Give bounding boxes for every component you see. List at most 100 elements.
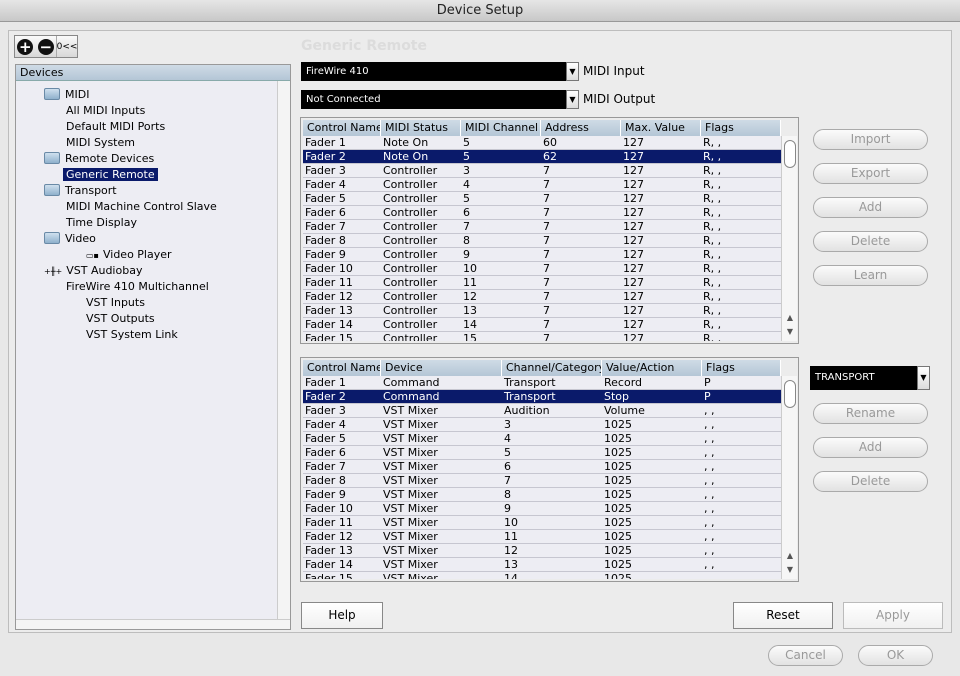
column-header[interactable]: MIDI Status [381,120,461,136]
table-row[interactable]: Fader 4 Controller 4 7 127 R, , [303,178,781,192]
table-row[interactable]: Fader 1 Note On 5 60 127 R, , [303,136,781,150]
column-header[interactable]: Channel/Category [502,360,602,376]
column-header[interactable]: Address [541,120,621,136]
chevron-down-icon[interactable]: ▼ [566,62,579,81]
tree-item[interactable]: +╫+ VST Audiobay [44,263,142,279]
apply-button[interactable]: Apply [843,602,943,629]
table-row[interactable]: Fader 7 Controller 7 7 127 R, , [303,220,781,234]
reset-device-button[interactable]: 0<< [56,36,77,57]
table-cell: Fader 1 [305,136,346,149]
column-header[interactable]: Max. Value [621,120,701,136]
column-header[interactable]: Flags [701,120,781,136]
table-row[interactable]: Fader 15 Controller 15 7 127 R, , [303,332,781,341]
table-row[interactable]: Fader 10 VST Mixer 9 1025 , , [303,502,781,516]
tree-item[interactable]: MIDI Machine Control Slave [66,199,217,215]
table-cell: 7 [543,206,550,219]
tree-item[interactable]: VST Outputs [86,311,155,327]
table-vertical-scrollbar[interactable]: ▲ ▼ [781,376,797,579]
tree-vertical-scrollbar[interactable] [277,81,290,619]
tree-item[interactable]: Remote Devices [44,151,154,167]
table-cell: R, , [703,290,722,303]
column-header[interactable]: Value/Action [602,360,702,376]
delete-button[interactable]: Delete [813,231,928,252]
tree-item[interactable]: FireWire 410 Multichannel [66,279,209,295]
table-row[interactable]: Fader 12 VST Mixer 11 1025 , , [303,530,781,544]
table-cell: , , [704,502,715,515]
table-row[interactable]: Fader 3 Controller 3 7 127 R, , [303,164,781,178]
table-row[interactable]: Fader 7 VST Mixer 6 1025 , , [303,460,781,474]
table-row[interactable]: Fader 2 Command Transport Stop P [303,390,781,404]
cancel-button[interactable]: Cancel [768,645,843,666]
chevron-down-icon[interactable]: ▼ [566,90,579,109]
tree-item[interactable]: MIDI [44,87,89,103]
table-row[interactable]: Fader 11 VST Mixer 10 1025 , , [303,516,781,530]
learn-button[interactable]: Learn [813,265,928,286]
add-button[interactable]: Add [813,197,928,218]
import-button[interactable]: Import [813,129,928,150]
chevron-down-icon[interactable]: ▼ [917,366,930,390]
remove-device-button[interactable]: − [36,36,57,57]
tree-horizontal-scrollbar[interactable] [16,619,290,629]
scrollbar-thumb[interactable] [784,140,796,168]
table-row[interactable]: Fader 8 VST Mixer 7 1025 , , [303,474,781,488]
scroll-down-arrow-icon[interactable]: ▼ [782,565,798,578]
table-cell: Fader 2 [305,150,346,163]
reset-button[interactable]: Reset [733,602,833,629]
table-row[interactable]: Fader 5 Controller 5 7 127 R, , [303,192,781,206]
tree-item[interactable]: Video [44,231,96,247]
table-row[interactable]: Fader 14 VST Mixer 13 1025 , , [303,558,781,572]
scroll-up-arrow-icon[interactable]: ▲ [782,551,798,564]
tree-item[interactable]: Default MIDI Ports [66,119,165,135]
column-header[interactable]: Device [381,360,502,376]
column-header[interactable]: Flags [702,360,781,376]
table-row[interactable]: Fader 13 VST Mixer 12 1025 , , [303,544,781,558]
column-header[interactable]: Control Name [303,120,381,136]
table-row[interactable]: Fader 4 VST Mixer 3 1025 , , [303,418,781,432]
folder-icon [44,184,60,196]
tree-item[interactable]: VST System Link [86,327,178,343]
tree-item[interactable]: Time Display [66,215,137,231]
table-row[interactable]: Fader 9 Controller 9 7 127 R, , [303,248,781,262]
table-row[interactable]: Fader 5 VST Mixer 4 1025 , , [303,432,781,446]
table-row[interactable]: Fader 8 Controller 8 7 127 R, , [303,234,781,248]
tree-item[interactable]: VST Inputs [86,295,145,311]
export-button[interactable]: Export [813,163,928,184]
tree-item[interactable]: Transport [44,183,117,199]
add-device-button[interactable]: + [15,36,36,57]
tree-item[interactable]: ▭▪ Video Player [86,247,172,263]
table-row[interactable]: Fader 13 Controller 13 7 127 R, , [303,304,781,318]
table-row[interactable]: Fader 14 Controller 14 7 127 R, , [303,318,781,332]
table-row[interactable]: Fader 12 Controller 12 7 127 R, , [303,290,781,304]
add-button[interactable]: Add [813,437,928,458]
scrollbar-thumb[interactable] [784,380,796,408]
column-header[interactable]: MIDI Channel [461,120,541,136]
help-button[interactable]: Help [301,602,383,629]
table-row[interactable]: Fader 3 VST Mixer Audition Volume , , [303,404,781,418]
table-row[interactable]: Fader 9 VST Mixer 8 1025 , , [303,488,781,502]
delete-button[interactable]: Delete [813,471,928,492]
table-row[interactable]: Fader 11 Controller 11 7 127 R, , [303,276,781,290]
tree-item[interactable]: All MIDI Inputs [66,103,145,119]
table-cell: 7 [543,276,550,289]
table-row[interactable]: Fader 1 Command Transport Record P [303,376,781,390]
table-cell: , , [704,404,715,417]
midi-input-select[interactable]: FireWire 410 [301,62,566,81]
tree-item[interactable]: MIDI System [66,135,135,151]
table-cell: Fader 5 [305,192,346,205]
bank-select[interactable]: TRANSPORT [810,366,917,390]
table-cell: 7 [543,220,550,233]
table-row[interactable]: Fader 15 VST Mixer 14 1025 , , [303,572,781,579]
tree-item[interactable]: Generic Remote [63,167,158,183]
table-row[interactable]: Fader 2 Note On 5 62 127 R, , [303,150,781,164]
scroll-up-arrow-icon[interactable]: ▲ [782,313,798,326]
scroll-down-arrow-icon[interactable]: ▼ [782,327,798,340]
column-header[interactable]: Control Name [303,360,381,376]
rename-button[interactable]: Rename [813,403,928,424]
table-vertical-scrollbar[interactable]: ▲ ▼ [781,136,797,341]
table-cell: VST Mixer [383,530,438,543]
table-row[interactable]: Fader 10 Controller 10 7 127 R, , [303,262,781,276]
ok-button[interactable]: OK [858,645,933,666]
table-row[interactable]: Fader 6 VST Mixer 5 1025 , , [303,446,781,460]
table-row[interactable]: Fader 6 Controller 6 7 127 R, , [303,206,781,220]
midi-output-select[interactable]: Not Connected [301,90,566,109]
